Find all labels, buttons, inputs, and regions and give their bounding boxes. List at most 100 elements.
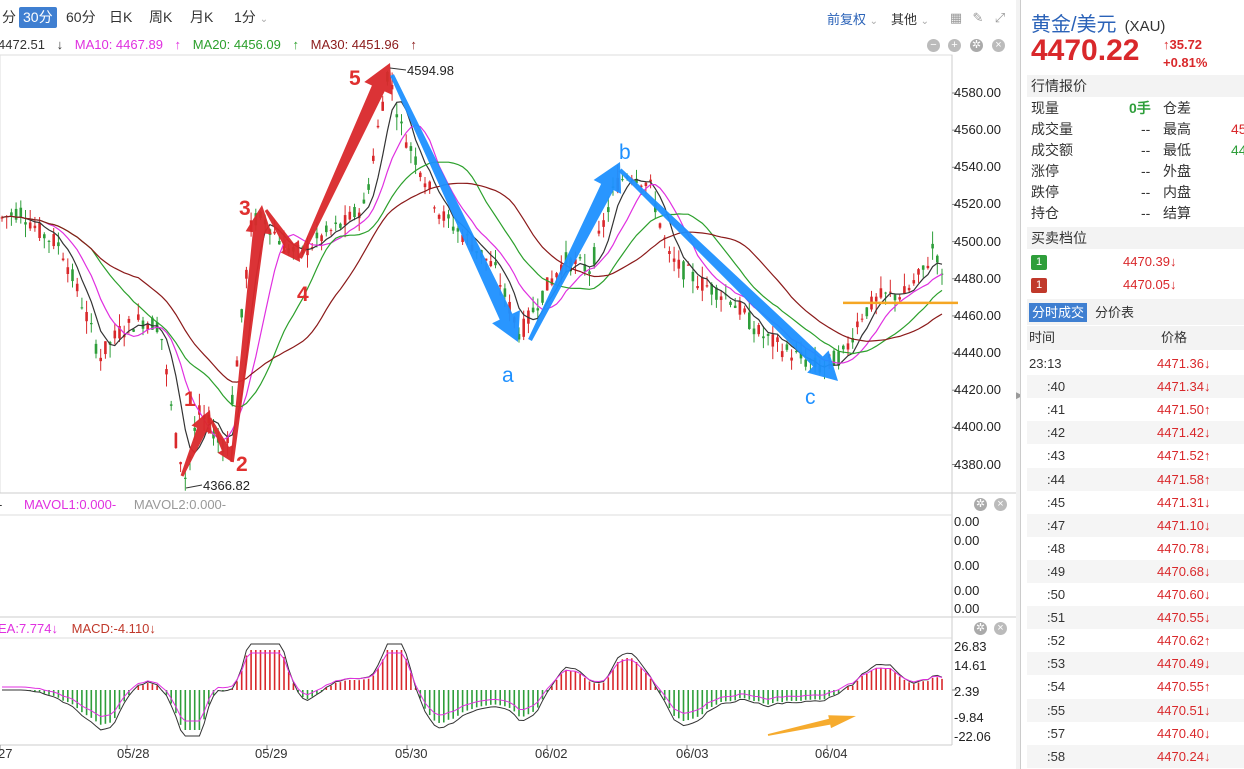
price-tick-label: 4420.00: [954, 382, 1001, 398]
candle-body: [578, 257, 582, 259]
tab-tick-trades[interactable]: 分时成交: [1029, 303, 1088, 322]
vol-y-label: 0.00: [954, 583, 980, 598]
trade-price-text: 4470.68↓: [1157, 563, 1211, 579]
candle-body: [682, 261, 685, 280]
close-icon[interactable]: ×: [994, 622, 1007, 635]
quote-value: --: [1141, 142, 1151, 158]
trade-time: :55: [1047, 702, 1066, 718]
trade-row: :47 4471.10↓: [1027, 513, 1244, 537]
trade-row: :44 4471.58↑: [1027, 467, 1244, 491]
candle-body: [804, 359, 807, 367]
candle-body: [456, 228, 460, 232]
candle-body: [832, 350, 836, 366]
wave-arrow-1: [180, 410, 212, 477]
candle-body: [451, 226, 455, 231]
vol-y-label: 0.00: [954, 514, 980, 529]
candle-body: [160, 338, 164, 341]
wave-label-1: 1: [184, 388, 196, 411]
candle-body: [376, 125, 380, 128]
candle-body: [28, 222, 32, 229]
candle-body: [113, 330, 117, 339]
quote-key: 跌停: [1031, 184, 1059, 200]
candle-body: [61, 258, 65, 261]
candle-body: [621, 179, 624, 181]
wave-label-5: 5: [349, 67, 361, 90]
wave-label-b: b: [619, 141, 631, 164]
candle-body: [597, 230, 601, 234]
candle-body: [602, 220, 605, 227]
candle-body: [644, 182, 648, 187]
gear-icon[interactable]: ✲: [974, 498, 987, 511]
level-badge: 1: [1031, 255, 1047, 270]
trade-time: :57: [1047, 725, 1066, 741]
quote-key: 外盘: [1163, 163, 1191, 179]
gear-icon[interactable]: ✲: [974, 622, 987, 635]
candle-body: [24, 222, 27, 225]
candle-body: [14, 208, 18, 220]
candle-body: [10, 212, 13, 216]
bid-level: 1 4470.39↓: [1031, 251, 1241, 273]
wave-arrow-c: [618, 168, 838, 381]
trade-price-text: 4470.51↓: [1157, 702, 1211, 718]
trade-price-text: 4470.49↓: [1157, 656, 1211, 672]
candle-body: [921, 265, 925, 270]
candle-body: [677, 259, 681, 269]
candle-body: [43, 234, 46, 239]
candle-body: [400, 121, 403, 124]
trade-price: 4471.42↓: [1157, 421, 1211, 444]
quote-value: --: [1141, 184, 1151, 200]
macd-y-label: 2.39: [954, 684, 980, 699]
candle-body: [57, 242, 60, 247]
candle-body: [372, 155, 375, 161]
trade-time: 23:13: [1029, 356, 1062, 371]
candle-body: [47, 240, 51, 242]
candle-body: [169, 404, 173, 406]
trade-price: 4471.10↓: [1157, 514, 1211, 537]
candle-body: [235, 360, 239, 367]
trade-price-text: 4471.31↓: [1157, 494, 1211, 510]
change-percent: +0.81%: [1163, 55, 1208, 70]
candle-body: [353, 206, 356, 218]
trade-price: 4470.78↓: [1157, 537, 1211, 560]
macd-label: MACD:-4.110↓: [71, 621, 156, 636]
candle-body: [522, 318, 525, 337]
candle-body: [776, 337, 779, 343]
candle-body: [494, 262, 497, 266]
quote-key: 现量: [1031, 100, 1059, 116]
trade-price-text: 4471.52↑: [1157, 448, 1211, 464]
price-change: ↑35.72 +0.81%: [1163, 36, 1207, 72]
price-tick-label: 4520.00: [954, 196, 1001, 212]
low-pointer: [185, 484, 203, 489]
candle-body: [780, 351, 784, 358]
candle-body: [738, 301, 742, 315]
price-tick-label: 4480.00: [954, 270, 1001, 286]
wave-label-2: 2: [236, 453, 248, 476]
tab-price-table[interactable]: 分价表: [1095, 303, 1134, 322]
candle-body: [442, 211, 446, 221]
ma20-line: [1, 161, 943, 408]
candle-body: [931, 243, 934, 249]
candle-body: [696, 286, 699, 289]
x-label: 06/04: [815, 746, 848, 761]
candle-body: [795, 351, 798, 353]
candle-body: [846, 343, 850, 350]
trade-row: :58 4470.24↓: [1027, 744, 1244, 768]
trade-price-text: 4470.62↑: [1157, 633, 1211, 649]
candle-body: [936, 255, 939, 263]
price-tick-label: 4380.00: [954, 456, 1001, 472]
candle-body: [334, 222, 337, 225]
trade-price: 4471.34↓: [1157, 375, 1211, 398]
trade-price: 4471.50↑: [1157, 398, 1211, 421]
candle-body: [705, 285, 709, 287]
levels-section-header: 买卖档位: [1027, 227, 1244, 249]
candle-body: [66, 267, 70, 275]
trade-price-text: 4470.78↓: [1157, 540, 1211, 556]
trade-row: :50 4470.60↓: [1027, 583, 1244, 606]
trade-price: 4471.31↓: [1157, 491, 1211, 514]
quote-key: 结算: [1163, 205, 1191, 221]
candle-body: [245, 269, 248, 279]
candle-body: [733, 305, 737, 309]
candle-body: [691, 271, 695, 282]
close-icon[interactable]: ×: [994, 498, 1007, 511]
candle-body: [320, 235, 323, 242]
